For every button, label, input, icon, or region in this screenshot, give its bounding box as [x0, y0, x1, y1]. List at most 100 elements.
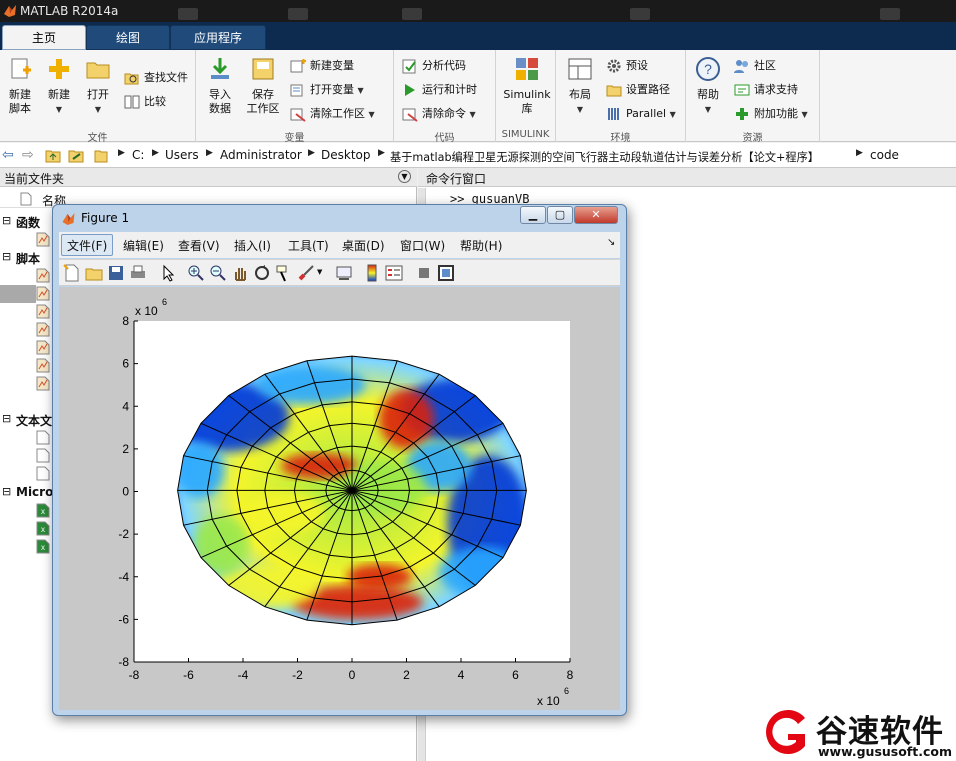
variable-group-label: 变量: [284, 133, 305, 144]
pointer-icon[interactable]: [159, 264, 177, 282]
excel-file-icon[interactable]: x: [36, 521, 50, 536]
matlab-file-icon[interactable]: [36, 340, 50, 355]
analyze-code-button[interactable]: 分析代码: [402, 56, 466, 76]
matlab-file-icon[interactable]: [36, 322, 50, 337]
path-crumb[interactable]: Administrator: [220, 148, 302, 162]
hide-tools-icon[interactable]: [415, 264, 433, 282]
polar-mesh: [177, 355, 527, 626]
selected-row[interactable]: [0, 285, 36, 303]
find-files-button[interactable]: 查找文件: [124, 68, 188, 88]
forward-arrow-icon[interactable]: ⇨: [22, 147, 34, 163]
menu-help[interactable]: 帮助(H): [460, 237, 502, 254]
zoom-out-icon[interactable]: [209, 264, 227, 282]
brush-dropdown-icon[interactable]: ▼: [317, 268, 322, 276]
panel-menu-icon[interactable]: ▼: [398, 170, 411, 183]
simulink-library-button[interactable]: Simulink 库: [500, 56, 554, 116]
matlab-file-icon[interactable]: [36, 232, 50, 247]
path-separator-icon: ▶: [206, 148, 213, 158]
menu-desktop[interactable]: 桌面(D): [342, 237, 385, 254]
set-path-button[interactable]: 设置路径: [606, 80, 670, 100]
zoom-in-icon[interactable]: [187, 264, 205, 282]
community-button[interactable]: 社区: [734, 56, 776, 76]
polar-surface-plot[interactable]: -8 -6 -4 -2 0 2 4 6 8 8 6 4 2 0 -2 -4 -6 -8 x 10 6 x 10 6: [59, 287, 620, 710]
matlab-file-icon[interactable]: [36, 268, 50, 283]
print-icon[interactable]: [129, 264, 147, 282]
link-plot-icon[interactable]: [335, 264, 353, 282]
command-window-title: 命令行窗口: [426, 172, 487, 186]
text-file-icon[interactable]: [36, 466, 50, 481]
path-crumb[interactable]: Desktop: [321, 148, 371, 162]
path-crumb[interactable]: Users: [165, 148, 199, 162]
run-and-time-button[interactable]: 运行和计时: [402, 80, 477, 100]
blurred-element: [630, 8, 650, 20]
legend-icon[interactable]: [385, 264, 403, 282]
rotate-3d-icon[interactable]: [253, 264, 271, 282]
data-cursor-icon[interactable]: [275, 264, 293, 282]
menu-tools[interactable]: 工具(T): [288, 237, 329, 254]
menu-window[interactable]: 窗口(W): [400, 237, 445, 254]
path-separator-icon: ▶: [378, 148, 385, 158]
open-button[interactable]: 打开 ▼: [80, 56, 116, 117]
menu-view[interactable]: 查看(V): [178, 237, 220, 254]
collapse-toggle-icon[interactable]: ⊟: [2, 214, 11, 227]
text-file-icon[interactable]: [36, 430, 50, 445]
open-variable-button[interactable]: 打开变量 ▼: [290, 80, 364, 100]
current-folder-title: 当前文件夹: [4, 172, 65, 186]
compare-button[interactable]: 比较: [124, 92, 166, 112]
path-separator-icon: ▶: [856, 148, 863, 158]
dock-arrow-icon[interactable]: ↘: [607, 237, 615, 248]
preferences-button[interactable]: 预设: [606, 56, 648, 76]
menu-file[interactable]: 文件(F): [67, 237, 107, 254]
matlab-file-icon[interactable]: [36, 286, 50, 301]
collapse-toggle-icon[interactable]: ⊟: [2, 485, 11, 498]
new-variable-button[interactable]: 新建变量: [290, 56, 354, 76]
excel-file-icon[interactable]: x: [36, 539, 50, 554]
import-data-button[interactable]: 导入 数据: [202, 56, 238, 116]
save-workspace-button[interactable]: 保存 工作区: [244, 56, 282, 116]
y-tick-label: 6: [122, 357, 129, 371]
open-file-icon[interactable]: [85, 264, 103, 282]
parallel-button[interactable]: Parallel ▼: [606, 104, 676, 124]
layout-button[interactable]: 布局 ▼: [562, 56, 598, 117]
clear-commands-button[interactable]: 清除命令 ▼: [402, 104, 476, 124]
pan-hand-icon[interactable]: [231, 264, 249, 282]
matlab-file-icon[interactable]: [36, 358, 50, 373]
y-tick-label: -6: [118, 612, 129, 626]
menu-insert[interactable]: 插入(I): [234, 237, 271, 254]
matlab-file-icon[interactable]: [36, 304, 50, 319]
help-button[interactable]: ? 帮助 ▼: [690, 56, 726, 117]
clear-workspace-button[interactable]: 清除工作区 ▼: [290, 104, 375, 124]
colorbar-icon[interactable]: [363, 264, 381, 282]
minimize-button[interactable]: ▁: [520, 206, 546, 224]
maximize-button[interactable]: ▢: [547, 206, 573, 224]
up-folder-icon[interactable]: [45, 148, 61, 163]
community-icon: [734, 60, 748, 73]
blurred-element: [880, 8, 900, 20]
menu-edit[interactable]: 编辑(E): [123, 237, 164, 254]
show-tools-icon[interactable]: [437, 264, 455, 282]
new-button[interactable]: 新建 ▼: [41, 56, 77, 117]
back-arrow-icon[interactable]: ⇦: [2, 147, 14, 163]
tab-plots[interactable]: 绘图: [86, 25, 170, 50]
close-button[interactable]: ✕: [574, 206, 618, 224]
folder-group-label: 脚本: [16, 252, 41, 266]
simulink-group-label: SIMULINK: [501, 129, 550, 140]
new-script-button[interactable]: 新建 脚本: [2, 56, 38, 116]
request-support-button[interactable]: 请求支持: [734, 80, 798, 100]
tab-home[interactable]: 主页: [2, 25, 86, 50]
save-icon[interactable]: [107, 264, 125, 282]
path-crumb[interactable]: C:: [132, 148, 144, 162]
figure-menu-bar: 文件(F) 编辑(E) 查看(V) 插入(I) 工具(T) 桌面(D) 窗口(W…: [59, 232, 620, 258]
path-crumb[interactable]: 基于matlab编程卫星无源探测的空间飞行器主动段轨道估计与误差分析【论文+程序…: [390, 149, 819, 165]
collapse-toggle-icon[interactable]: ⊟: [2, 412, 11, 425]
path-crumb[interactable]: code: [870, 148, 899, 162]
matlab-file-icon[interactable]: [36, 376, 50, 391]
brush-icon[interactable]: [297, 264, 315, 282]
text-file-icon[interactable]: [36, 448, 50, 463]
new-figure-icon[interactable]: [63, 264, 81, 282]
excel-file-icon[interactable]: x: [36, 503, 50, 518]
collapse-toggle-icon[interactable]: ⊟: [2, 250, 11, 263]
add-ons-button[interactable]: 附加功能 ▼: [734, 104, 808, 124]
browse-folder-icon[interactable]: [68, 148, 84, 163]
tab-apps[interactable]: 应用程序: [170, 25, 266, 50]
